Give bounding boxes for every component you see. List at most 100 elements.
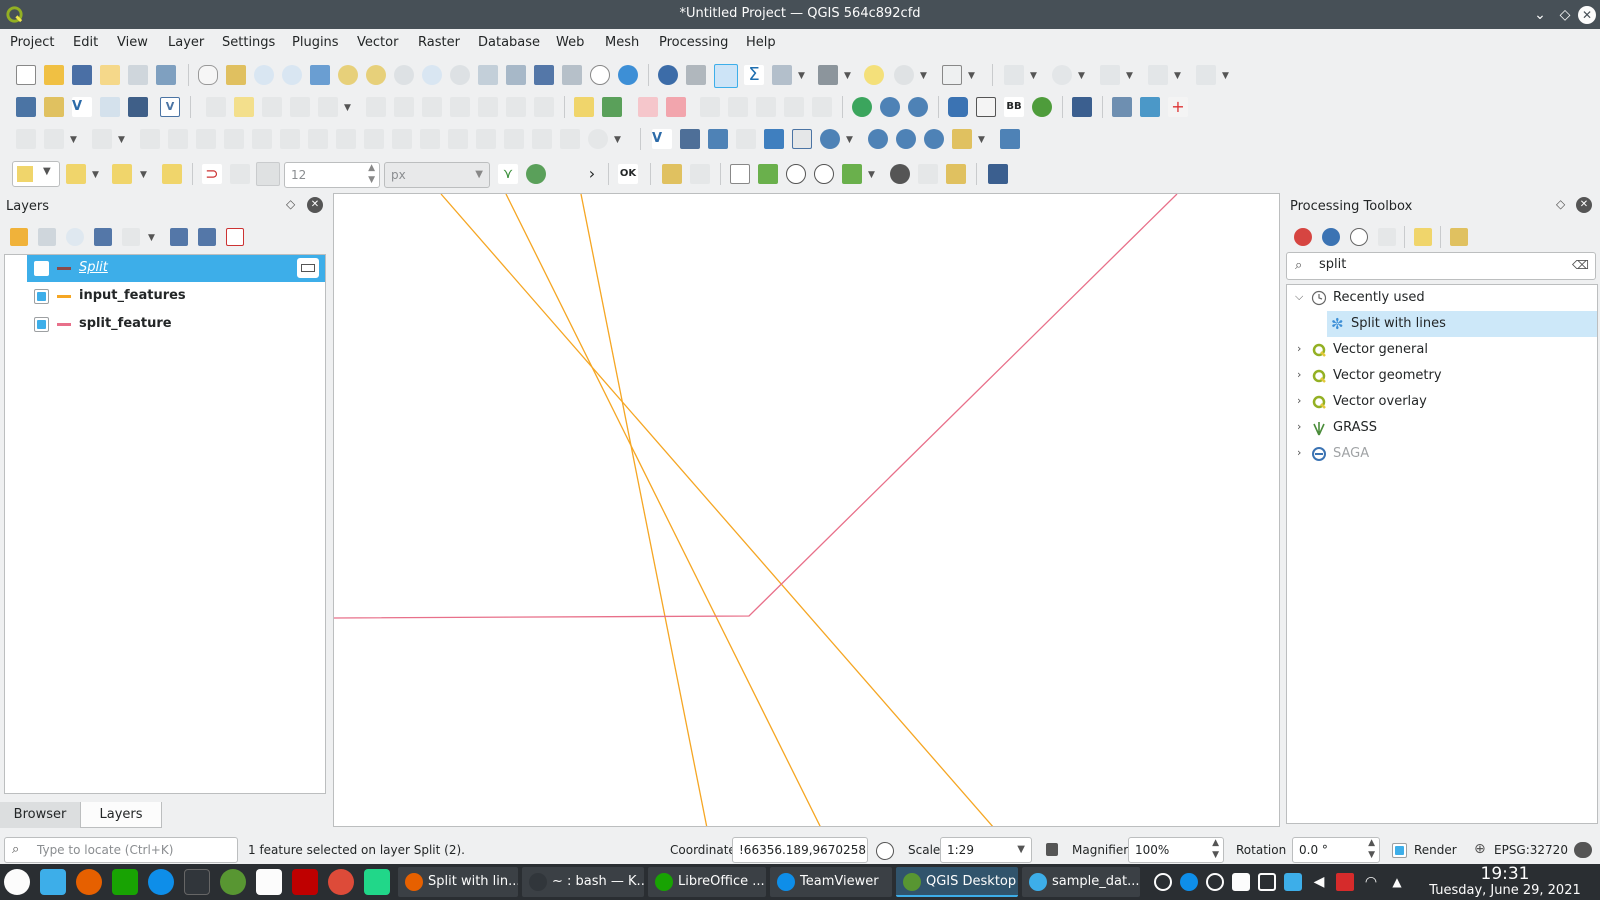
tree-item-vector-general[interactable]: › Vector general (1287, 337, 1597, 363)
web-service-icon[interactable] (896, 129, 916, 149)
lock-icon[interactable] (1046, 843, 1058, 856)
remove-layer-icon[interactable] (226, 228, 244, 246)
menu-web[interactable]: Web (556, 35, 584, 50)
messages-icon[interactable] (1574, 842, 1592, 858)
teamviewer-launcher-icon[interactable] (148, 869, 174, 895)
gps-icon[interactable] (1112, 97, 1132, 117)
tree-item-grass[interactable]: › GRASS (1287, 415, 1597, 441)
minimize-icon[interactable]: ⌄ (1530, 5, 1550, 25)
add-wcs-layer-icon[interactable] (908, 97, 928, 117)
file-manager-launcher-icon[interactable] (40, 869, 66, 895)
clipboard-icon[interactable] (1232, 873, 1250, 891)
menu-edit[interactable]: Edit (73, 35, 98, 50)
chevron-right-icon[interactable]: › (1297, 342, 1301, 355)
chevron-down-icon[interactable]: ▼ (1030, 71, 1040, 81)
close-panel-icon[interactable]: ✕ (1576, 197, 1592, 213)
notifications-icon[interactable] (1284, 873, 1302, 891)
select-features-dropdown[interactable]: ▼ (12, 161, 60, 187)
merge-selected-icon[interactable] (448, 129, 468, 149)
new-spatial-bookmark-icon[interactable] (534, 65, 554, 85)
wms-layer-icon[interactable] (820, 129, 840, 149)
layer-visibility-checkbox[interactable] (34, 289, 49, 304)
filter-legend-icon[interactable] (94, 228, 112, 246)
wcs-icon[interactable] (924, 129, 944, 149)
chevron-down-icon[interactable]: ▼ (118, 135, 128, 145)
magnifier-spinbox[interactable]: 100% ▲ ▼ (1128, 837, 1224, 863)
fill-ring-icon[interactable] (252, 129, 272, 149)
shape-digitize-icon[interactable] (662, 164, 682, 184)
render-checkbox[interactable] (1392, 843, 1407, 858)
tree-item-saga[interactable]: › SAGA (1287, 441, 1597, 467)
locator-search-input[interactable]: ⌕ Type to locate (Ctrl+K) (4, 837, 238, 863)
chevron-down-icon[interactable]: ▼ (344, 103, 354, 113)
firefox-launcher-icon[interactable] (76, 869, 102, 895)
open-attribute-table-icon[interactable] (686, 65, 706, 85)
deselect-features-icon[interactable] (112, 164, 132, 184)
tree-item-vector-overlay[interactable]: › Vector overlay (1287, 389, 1597, 415)
layer-visibility-checkbox[interactable] (34, 317, 49, 332)
snapping-tolerance-spinbox[interactable]: 12 ▲ ▼ (284, 162, 380, 188)
zoom-to-selection-icon[interactable] (338, 65, 358, 85)
coordinate-field[interactable]: !66356.189,9670258.529 (732, 837, 868, 863)
vector-tools-icon[interactable]: V (652, 129, 672, 149)
menu-processing[interactable]: Processing (659, 35, 728, 50)
chevron-right-icon[interactable]: › (1297, 394, 1301, 407)
chevron-down-icon[interactable]: ▼ (844, 71, 854, 81)
paste-features-icon[interactable] (478, 97, 498, 117)
chevron-down-icon[interactable]: ▼ (70, 135, 80, 145)
chevron-down-icon[interactable]: ▼ (1174, 71, 1184, 81)
zoom-to-layer-icon[interactable] (366, 65, 386, 85)
select-geometry-icon[interactable] (842, 164, 862, 184)
alarm-clock-icon[interactable] (1154, 873, 1172, 891)
tab-browser[interactable]: Browser (0, 802, 80, 828)
zoom-in-icon[interactable] (254, 65, 274, 85)
show-bookmarks-icon[interactable] (562, 65, 582, 85)
select-by-location-icon[interactable] (894, 65, 914, 85)
offset-curve-icon[interactable] (364, 129, 384, 149)
tree-item-recently-used[interactable]: ⌵ Recently used (1287, 285, 1597, 311)
keyboard-layout-icon[interactable] (1336, 873, 1354, 891)
add-wms-layer-icon[interactable] (852, 97, 872, 117)
topological-editing-icon[interactable]: ⋎ (498, 164, 518, 184)
tray-expand-icon[interactable]: ▲ (1388, 873, 1406, 891)
add-vector-layer-icon[interactable]: V (72, 97, 92, 117)
toolbox-search-input[interactable]: ⌕ split ⌫ (1286, 252, 1596, 280)
metasearch-icon[interactable] (976, 97, 996, 117)
help-contents-icon[interactable] (1072, 97, 1092, 117)
layer-row-split-feature[interactable]: split_feature (27, 311, 325, 338)
menu-database[interactable]: Database (478, 35, 540, 50)
snapping-unit-select[interactable]: px ▼ (384, 162, 490, 188)
move-label-icon[interactable] (728, 97, 748, 117)
split-parts-icon[interactable] (420, 129, 440, 149)
delete-part-icon[interactable] (308, 129, 328, 149)
add-database-layer-icon[interactable] (128, 97, 148, 117)
updates-icon[interactable] (1206, 873, 1224, 891)
toggle-editing-icon[interactable] (234, 97, 254, 117)
edit-features-in-place-icon[interactable] (1414, 228, 1432, 246)
menu-help[interactable]: Help (746, 35, 776, 50)
merge-attributes-icon[interactable] (476, 129, 496, 149)
digitize-rectangle-icon[interactable] (1148, 65, 1168, 85)
reverse-line-icon[interactable] (588, 129, 608, 149)
task-file-manager[interactable]: sample_dat... (1022, 867, 1140, 897)
current-edits-icon[interactable] (206, 97, 226, 117)
history-icon[interactable] (1350, 228, 1368, 246)
crosshair-icon[interactable]: + (1168, 97, 1188, 117)
wifi-icon[interactable]: ◠ (1362, 873, 1380, 891)
digitize-circle-icon[interactable] (1052, 65, 1072, 85)
measure-icon[interactable] (772, 65, 792, 85)
menu-raster[interactable]: Raster (418, 35, 460, 50)
chevron-down-icon[interactable]: ▼ (846, 135, 856, 145)
chevron-right-icon[interactable]: › (1297, 446, 1301, 459)
layout-manager-icon[interactable] (128, 65, 148, 85)
clear-search-icon[interactable]: ⌫ (1572, 253, 1589, 277)
stream-digitizing-icon[interactable] (44, 129, 64, 149)
chevron-down-icon[interactable]: ▼ (140, 170, 150, 180)
snapping-intersection-icon[interactable] (526, 164, 546, 184)
cut-features-icon[interactable] (422, 97, 442, 117)
word-processor-launcher-icon[interactable] (256, 869, 282, 895)
new-print-layout-icon[interactable] (100, 65, 120, 85)
ide-launcher-icon[interactable] (364, 869, 390, 895)
delete-selected-icon[interactable] (394, 97, 414, 117)
vertex-tool-icon[interactable] (318, 97, 338, 117)
